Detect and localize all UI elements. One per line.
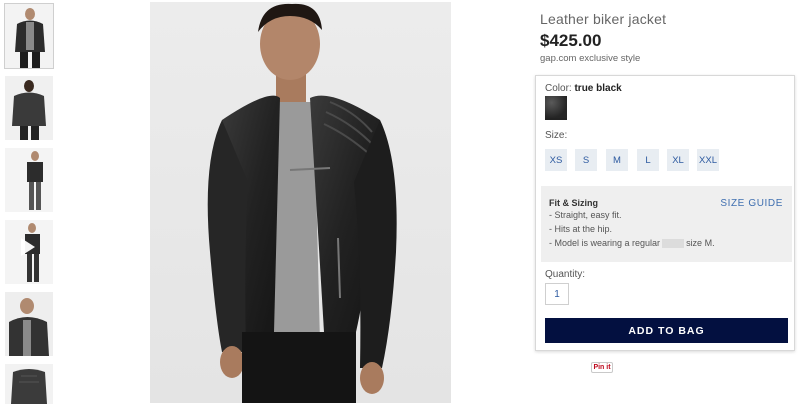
size-option-s[interactable]: S xyxy=(575,149,597,171)
size-option-m[interactable]: M xyxy=(606,149,628,171)
thumbnail-back[interactable] xyxy=(5,76,53,140)
buy-box: Color: true black Size: XS S M L XL XXL … xyxy=(535,75,795,351)
main-product-image[interactable] xyxy=(150,2,451,403)
quantity-input[interactable] xyxy=(545,283,569,305)
thumbnail-front[interactable] xyxy=(4,3,54,69)
model-wearing-jacket-image xyxy=(150,2,451,403)
quantity-label: Quantity: xyxy=(545,269,586,280)
fit-line-2: - Hits at the hip. xyxy=(549,224,613,234)
size-option-l[interactable]: L xyxy=(637,149,659,171)
color-label: Color: xyxy=(545,83,572,94)
fit-line-3-prefix: - Model is wearing a regular xyxy=(549,238,661,248)
product-title: Leather biker jacket xyxy=(540,11,667,27)
size-option-xl[interactable]: XL xyxy=(667,149,689,171)
exclusive-note: gap.com exclusive style xyxy=(540,53,641,64)
selected-color-name: true black xyxy=(574,83,622,94)
thumbnail-detail[interactable] xyxy=(5,292,53,356)
thumbnail-flat[interactable] xyxy=(5,364,53,404)
fit-line-1: - Straight, easy fit. xyxy=(549,210,622,220)
play-icon[interactable] xyxy=(21,238,35,256)
redacted-text xyxy=(662,239,685,249)
size-option-xs[interactable]: XS xyxy=(545,149,567,171)
size-option-xxl[interactable]: XXL xyxy=(697,149,719,171)
size-guide-link[interactable]: SIZE GUIDE xyxy=(720,198,783,209)
pin-it-button[interactable]: Pin it xyxy=(591,362,613,373)
fit-line-3-suffix: size M. xyxy=(686,238,715,248)
product-price: $425.00 xyxy=(540,31,602,50)
fit-line-3: - Model is wearing a regular size M. xyxy=(549,236,792,250)
thumbnail-full-length[interactable] xyxy=(5,148,53,212)
color-swatch-true-black[interactable] xyxy=(545,96,567,120)
size-label: Size: xyxy=(545,130,568,141)
thumbnail-video[interactable] xyxy=(5,220,53,284)
color-row: Color: true black xyxy=(545,83,622,94)
add-to-bag-button[interactable]: ADD TO BAG xyxy=(545,318,788,343)
fit-sizing-panel: Fit & Sizing - Straight, easy fit. - Hit… xyxy=(541,186,792,262)
